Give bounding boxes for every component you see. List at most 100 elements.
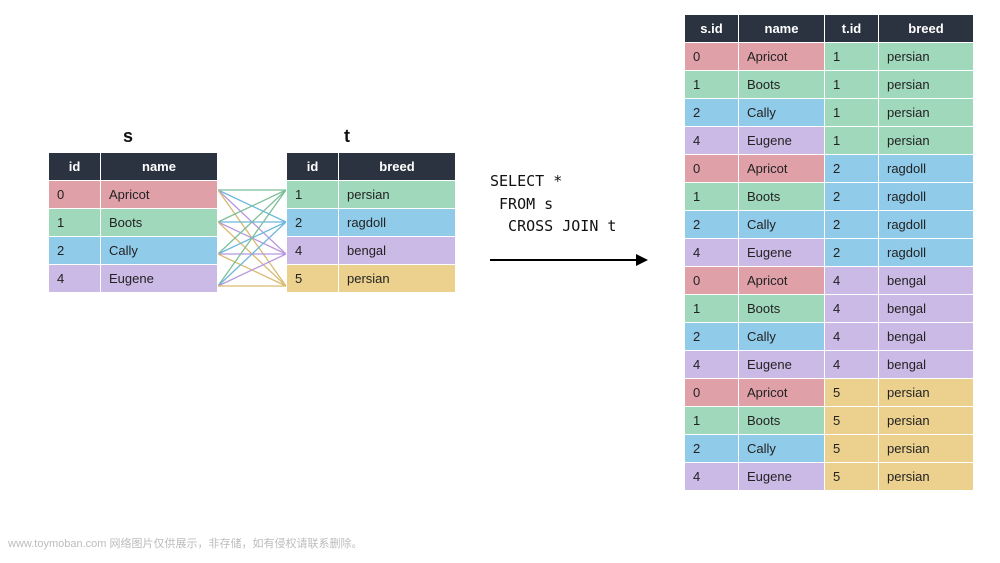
table-t-header-id: id — [287, 153, 339, 181]
cell-sid: 4 — [685, 351, 739, 379]
cell-id: 2 — [287, 209, 339, 237]
table-row: 1Boots1persian — [685, 71, 974, 99]
table-row: 5persian — [287, 265, 456, 293]
cross-join-lines — [218, 176, 286, 306]
result-header-breed: breed — [879, 15, 974, 43]
table-s-header-id: id — [49, 153, 101, 181]
cell-id: 1 — [287, 181, 339, 209]
cell-name: Apricot — [739, 155, 825, 183]
cell-breed: bengal — [879, 323, 974, 351]
cell-sid: 0 — [685, 43, 739, 71]
cell-name: Eugene — [739, 351, 825, 379]
table-row: 0Apricot4bengal — [685, 267, 974, 295]
cell-id: 5 — [287, 265, 339, 293]
cell-name: Boots — [101, 209, 218, 237]
cell-name: Cally — [739, 211, 825, 239]
cell-breed: bengal — [879, 295, 974, 323]
cell-breed: persian — [879, 379, 974, 407]
table-row: 0Apricot5persian — [685, 379, 974, 407]
cell-tid: 5 — [825, 435, 879, 463]
watermark-text: www.toymoban.com 网络图片仅供展示，非存储，如有侵权请联系删除。 — [8, 535, 362, 551]
cell-tid: 2 — [825, 155, 879, 183]
cell-name: Eugene — [101, 265, 218, 293]
table-s-body: 0Apricot1Boots2Cally4Eugene — [49, 181, 218, 293]
cell-name: Apricot — [739, 267, 825, 295]
table-row: 4Eugene5persian — [685, 463, 974, 491]
cell-tid: 5 — [825, 379, 879, 407]
arrow-icon — [488, 250, 648, 270]
table-row: 1Boots — [49, 209, 218, 237]
cell-breed: ragdoll — [879, 211, 974, 239]
table-s-header-name: name — [101, 153, 218, 181]
table-row: 1Boots4bengal — [685, 295, 974, 323]
table-row: 2Cally1persian — [685, 99, 974, 127]
cell-name: Eugene — [739, 127, 825, 155]
table-row: 4Eugene — [49, 265, 218, 293]
table-row: 4Eugene1persian — [685, 127, 974, 155]
cell-breed: persian — [879, 407, 974, 435]
table-row: 1persian — [287, 181, 456, 209]
cell-breed: ragdoll — [879, 239, 974, 267]
sql-query: SELECT * FROM s CROSS JOIN t — [490, 170, 616, 238]
cell-tid: 1 — [825, 99, 879, 127]
table-row: 1Boots5persian — [685, 407, 974, 435]
cell-tid: 4 — [825, 267, 879, 295]
cell-name: Boots — [739, 71, 825, 99]
cell-breed: bengal — [879, 351, 974, 379]
cell-sid: 1 — [685, 295, 739, 323]
cell-breed: persian — [339, 265, 456, 293]
cell-sid: 1 — [685, 71, 739, 99]
cell-name: Eugene — [739, 463, 825, 491]
result-body: 0Apricot1persian1Boots1persian2Cally1per… — [685, 43, 974, 491]
cell-breed: persian — [879, 463, 974, 491]
cell-breed: persian — [879, 127, 974, 155]
cell-breed: ragdoll — [879, 155, 974, 183]
cell-name: Cally — [739, 323, 825, 351]
cell-tid: 1 — [825, 127, 879, 155]
result-header-name: name — [739, 15, 825, 43]
cell-name: Apricot — [101, 181, 218, 209]
table-s-title: s — [123, 126, 133, 147]
cell-name: Apricot — [739, 43, 825, 71]
table-t-body: 1persian2ragdoll4bengal5persian — [287, 181, 456, 293]
cell-sid: 0 — [685, 379, 739, 407]
result-table: s.id name t.id breed 0Apricot1persian1Bo… — [684, 14, 974, 491]
cell-name: Cally — [739, 99, 825, 127]
cell-name: Cally — [101, 237, 218, 265]
cell-tid: 2 — [825, 183, 879, 211]
cell-sid: 4 — [685, 127, 739, 155]
cell-tid: 2 — [825, 211, 879, 239]
cell-breed: persian — [879, 71, 974, 99]
cell-sid: 4 — [685, 239, 739, 267]
cell-breed: persian — [879, 435, 974, 463]
table-row: 2Cally2ragdoll — [685, 211, 974, 239]
result-header-sid: s.id — [685, 15, 739, 43]
cell-name: Boots — [739, 407, 825, 435]
cell-tid: 4 — [825, 351, 879, 379]
cell-breed: bengal — [879, 267, 974, 295]
cell-tid: 5 — [825, 407, 879, 435]
cell-sid: 1 — [685, 407, 739, 435]
table-row: 2Cally5persian — [685, 435, 974, 463]
cell-breed: persian — [339, 181, 456, 209]
cell-id: 4 — [287, 237, 339, 265]
cell-tid: 1 — [825, 43, 879, 71]
cell-name: Boots — [739, 183, 825, 211]
cell-tid: 4 — [825, 323, 879, 351]
cell-id: 1 — [49, 209, 101, 237]
cell-sid: 2 — [685, 211, 739, 239]
cell-sid: 0 — [685, 155, 739, 183]
cell-breed: ragdoll — [339, 209, 456, 237]
cell-sid: 2 — [685, 99, 739, 127]
cell-sid: 2 — [685, 435, 739, 463]
table-row: 0Apricot1persian — [685, 43, 974, 71]
table-row: 4Eugene4bengal — [685, 351, 974, 379]
table-row: 0Apricot — [49, 181, 218, 209]
table-row: 2Cally4bengal — [685, 323, 974, 351]
table-s: id name 0Apricot1Boots2Cally4Eugene — [48, 152, 218, 293]
table-row: 1Boots2ragdoll — [685, 183, 974, 211]
cell-id: 0 — [49, 181, 101, 209]
table-row: 2ragdoll — [287, 209, 456, 237]
table-t-title: t — [344, 126, 350, 147]
cell-sid: 2 — [685, 323, 739, 351]
